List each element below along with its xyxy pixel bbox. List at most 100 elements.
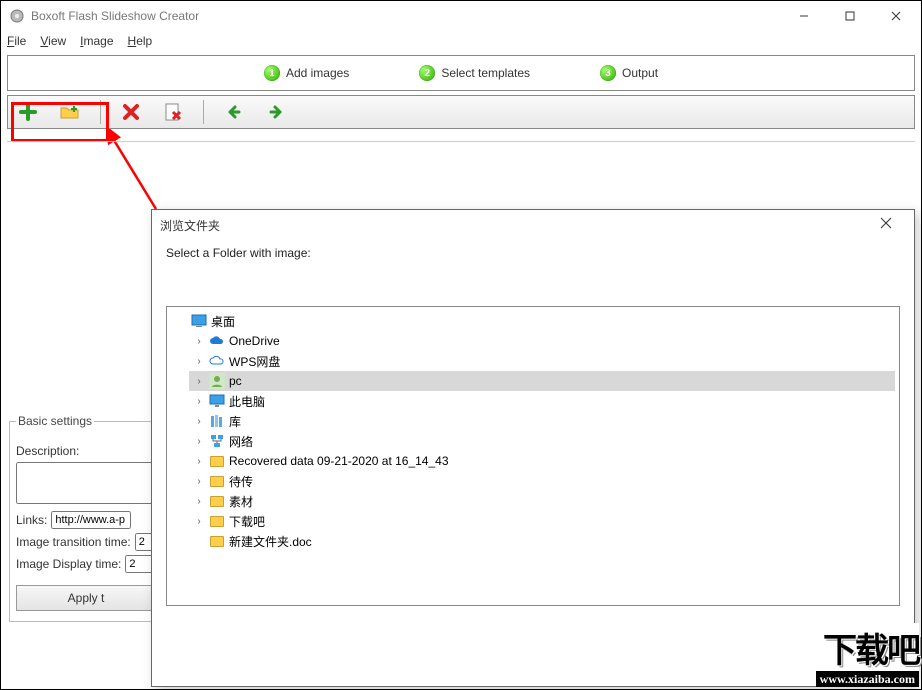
wizard-steps: 1 Add images 2 Select templates 3 Output [7,55,915,91]
folder-plus-icon [59,102,81,122]
chevron-right-icon[interactable]: › [193,396,205,407]
step-label: Select templates [441,66,530,80]
menu-image[interactable]: Image [80,34,113,48]
cloud-blue-icon [209,333,225,349]
tree-node-label: WPS网盘 [229,353,280,370]
next-button[interactable] [264,100,288,124]
delete-button[interactable] [119,100,143,124]
prev-button[interactable] [222,100,246,124]
step-add-images[interactable]: 1 Add images [264,65,349,81]
window-titlebar: Boxoft Flash Slideshow Creator [1,1,921,31]
toolbar-separator [100,100,101,124]
tree-node-label: 素材 [229,493,253,510]
tree-node-label: 新建文件夹.doc [229,533,312,550]
close-icon [891,11,901,21]
links-label: Links: [16,513,47,527]
chevron-right-icon[interactable]: › [193,336,205,347]
folder-icon [209,453,225,469]
window-title: Boxoft Flash Slideshow Creator [31,9,781,23]
add-folder-button[interactable] [58,100,82,124]
folder-tree[interactable]: 桌面 ›OneDrive›WPS网盘›pc›此电脑›库›网络›Recovered… [166,306,900,606]
maximize-button[interactable] [827,1,873,31]
tree-item[interactable]: › 网络 [189,431,895,451]
tree-node-label: 此电脑 [229,393,265,410]
tree-item[interactable]: 新建文件夹.doc [189,531,895,551]
add-image-button[interactable] [16,100,40,124]
tree-item[interactable]: › 待传 [189,471,895,491]
dialog-titlebar: 浏览文件夹 [152,210,914,240]
tree-node-label: 待传 [229,473,253,490]
description-label: Description: [16,444,79,458]
folder-icon [209,533,225,549]
tree-node-label: 库 [229,413,241,430]
chevron-right-icon[interactable]: › [193,356,205,367]
tree-root-desktop[interactable]: 桌面 [171,311,895,331]
tree-item[interactable]: › WPS网盘 [189,351,895,371]
chevron-right-icon[interactable]: › [193,476,205,487]
library-icon [209,413,225,429]
maximize-icon [845,11,855,21]
clear-all-button[interactable] [161,100,185,124]
chevron-right-icon[interactable]: › [193,496,205,507]
tree-node-label: Recovered data 09-21-2020 at 16_14_43 [229,454,449,468]
tree-item[interactable]: › Recovered data 09-21-2020 at 16_14_43 [189,451,895,471]
document-x-icon [163,102,183,122]
dialog-title: 浏览文件夹 [160,217,220,234]
step-output[interactable]: 3 Output [600,65,658,81]
tree-node-label: OneDrive [229,334,280,348]
cloud-outline-icon [209,353,225,369]
tree-node-label: 下载吧 [229,513,265,530]
tree-node-label: 桌面 [211,313,235,330]
user-icon [209,373,225,389]
menu-help[interactable]: Help [128,34,153,48]
tree-item[interactable]: › pc [189,371,895,391]
menubar: File View Image Help [1,31,921,51]
tree-node-label: 网络 [229,433,253,450]
folder-icon [209,493,225,509]
minimize-icon [799,11,809,21]
tree-item[interactable]: › OneDrive [189,331,895,351]
toolbar [7,95,915,129]
delete-x-icon [122,103,140,121]
chevron-right-icon[interactable]: › [193,376,205,387]
transition-time-label: Image transition time: [16,535,131,549]
close-button[interactable] [873,1,919,31]
arrow-left-icon [225,103,243,121]
tree-item[interactable]: › 此电脑 [189,391,895,411]
step-label: Output [622,66,658,80]
desktop-icon [191,313,207,329]
step-label: Add images [286,66,349,80]
step-number-1-icon: 1 [264,65,280,81]
minimize-button[interactable] [781,1,827,31]
tree-item[interactable]: ›库 [189,411,895,431]
chevron-right-icon[interactable]: › [193,516,205,527]
network-icon [209,433,225,449]
tree-item[interactable]: › 下载吧 [189,511,895,531]
links-input[interactable] [51,511,131,529]
monitor-icon [209,393,225,409]
dialog-close-button[interactable] [866,216,906,234]
menu-view[interactable]: View [40,34,66,48]
chevron-right-icon[interactable]: › [193,456,205,467]
toolbar-separator [203,100,204,124]
menu-file[interactable]: File [7,34,26,48]
plus-icon [18,102,38,122]
step-number-3-icon: 3 [600,65,616,81]
app-icon [9,8,25,24]
description-textarea[interactable] [16,462,156,504]
close-icon [880,217,892,229]
step-number-2-icon: 2 [419,65,435,81]
step-select-templates[interactable]: 2 Select templates [419,65,530,81]
arrow-right-icon [267,103,285,121]
dialog-prompt: Select a Folder with image: [152,240,914,276]
tree-node-label: pc [229,374,242,388]
folder-icon [209,513,225,529]
tree-item[interactable]: › 素材 [189,491,895,511]
chevron-right-icon[interactable]: › [193,416,205,427]
browse-folder-dialog: 浏览文件夹 Select a Folder with image: 桌面 › On… [151,209,915,687]
display-time-label: Image Display time: [16,557,121,571]
chevron-right-icon[interactable]: › [193,436,205,447]
folder-icon [209,473,225,489]
apply-button[interactable]: Apply t [16,585,156,611]
settings-legend: Basic settings [16,414,94,428]
